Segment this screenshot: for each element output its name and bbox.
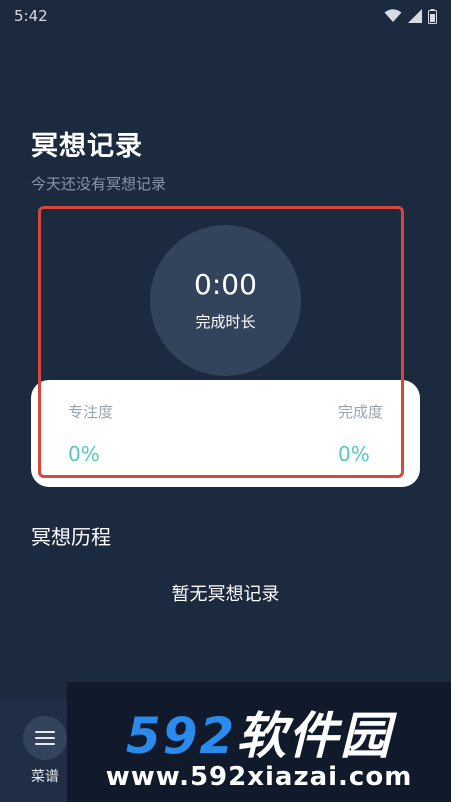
duration-label: 完成时长 bbox=[195, 313, 256, 331]
signal-icon bbox=[408, 9, 422, 23]
wifi-icon bbox=[384, 9, 402, 22]
duration-circle: 0:00 完成时长 bbox=[150, 225, 301, 376]
completion-label: 完成度 bbox=[337, 403, 383, 421]
watermark-brand-text: 软件园 bbox=[236, 707, 393, 765]
focus-value: 0% bbox=[68, 442, 100, 466]
completion-value: 0% bbox=[337, 442, 370, 466]
nav-menu-label: 菜谱 bbox=[31, 769, 59, 785]
watermark-logo: 592软件园 www.592xiazai.com bbox=[67, 682, 451, 802]
history-empty-text: 暂无冥想记录 bbox=[171, 584, 280, 605]
watermark-brand-number: 592 bbox=[125, 707, 237, 765]
page-subtitle: 今天还没有冥想记录 bbox=[31, 175, 167, 193]
status-time: 5:42 bbox=[14, 7, 48, 25]
hamburger-menu-icon bbox=[35, 731, 55, 745]
completion-stat: 完成度 0% bbox=[338, 401, 383, 466]
battery-icon bbox=[428, 8, 437, 24]
history-title: 冥想历程 bbox=[31, 525, 111, 549]
nav-item-menu[interactable]: 菜谱 bbox=[18, 716, 72, 786]
focus-stat: 专注度 0% bbox=[68, 401, 113, 466]
focus-label: 专注度 bbox=[68, 403, 114, 421]
page-title: 冥想记录 bbox=[31, 131, 143, 162]
watermark-brand: 592软件园 bbox=[67, 696, 451, 768]
nav-menu-icon-circle bbox=[23, 716, 67, 760]
stats-card: 专注度 0% 完成度 0% bbox=[31, 380, 420, 487]
status-bar: 5:42 bbox=[0, 0, 451, 32]
status-icons bbox=[384, 8, 437, 24]
duration-value: 0:00 bbox=[194, 268, 257, 301]
watermark-url: www.592xiazai.com bbox=[105, 762, 413, 792]
